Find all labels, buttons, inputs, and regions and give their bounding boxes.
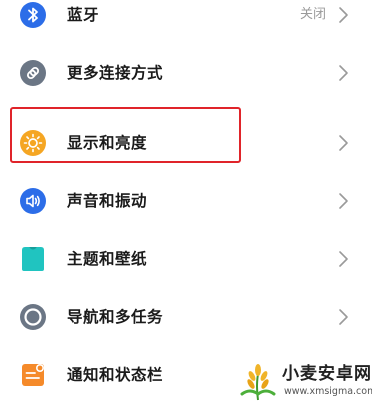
watermark-title: 小麦安卓网 xyxy=(282,364,372,384)
speaker-icon xyxy=(19,187,47,215)
settings-item-label: 蓝牙 xyxy=(67,6,100,24)
bluetooth-status-value: 关闭 xyxy=(299,7,326,22)
settings-item-theme-wallpaper[interactable]: 主题和壁纸 xyxy=(0,230,372,288)
chevron-right-icon xyxy=(336,192,350,210)
settings-item-bluetooth[interactable]: 蓝牙 关闭 xyxy=(0,0,372,44)
settings-item-label: 更多连接方式 xyxy=(67,64,164,82)
navigation-circle-icon xyxy=(19,303,47,331)
settings-item-label: 主题和壁纸 xyxy=(67,250,148,268)
bluetooth-icon xyxy=(19,1,47,29)
notification-icon xyxy=(19,361,47,389)
settings-item-navigation-multitasking[interactable]: 导航和多任务 xyxy=(0,288,372,346)
settings-item-more-connections[interactable]: 更多连接方式 xyxy=(0,44,372,102)
settings-item-label: 声音和振动 xyxy=(67,192,148,210)
shirt-icon xyxy=(19,245,47,273)
chevron-right-icon xyxy=(336,308,350,326)
watermark-url: www.xmsigma.com xyxy=(284,386,372,397)
settings-screen: 蓝牙 关闭 更多连接方式 显示和亮度 声音和振动 主题和壁纸 导航和多任务 通知… xyxy=(0,0,372,404)
settings-item-label: 通知和状态栏 xyxy=(67,366,164,384)
highlight-annotation-box xyxy=(10,107,241,163)
link-icon xyxy=(19,59,47,87)
wheat-logo-icon xyxy=(236,360,280,402)
chevron-right-icon xyxy=(336,64,350,82)
settings-item-label: 导航和多任务 xyxy=(67,308,164,326)
chevron-right-icon xyxy=(336,250,350,268)
watermark: 小麦安卓网 www.xmsigma.com xyxy=(232,358,372,404)
settings-item-sound-vibration[interactable]: 声音和振动 xyxy=(0,172,372,230)
chevron-right-icon xyxy=(336,134,350,152)
chevron-right-icon xyxy=(336,6,350,24)
